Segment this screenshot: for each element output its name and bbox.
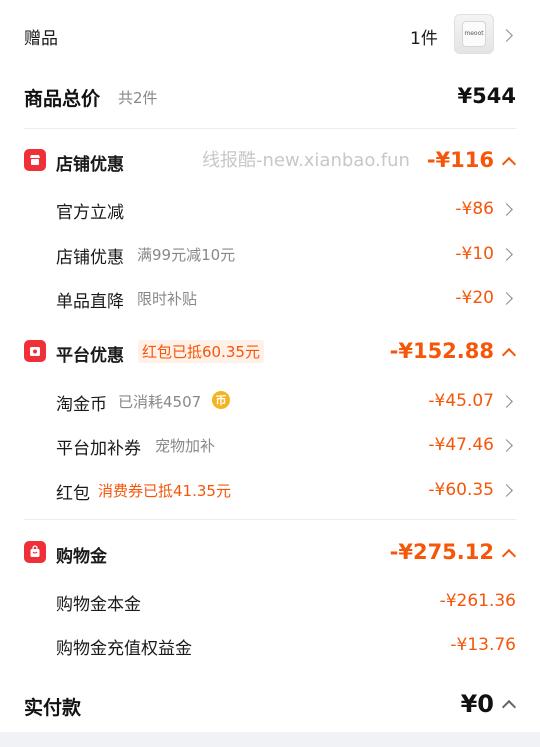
divider xyxy=(24,128,516,129)
shop-item-note: 限时补贴 xyxy=(137,290,198,308)
watermark-text: 线报酷-new.xianbao.fun xyxy=(202,150,410,171)
platform-item-chevron-right-icon[interactable] xyxy=(500,395,513,408)
platform-discount-label: 平台优惠 xyxy=(56,346,124,366)
shop-item-label: 单品直降 xyxy=(56,292,124,312)
platform-item-label: 红包 xyxy=(56,484,90,504)
gold-item-label: 购物金充值权益金 xyxy=(56,639,192,659)
shop-item-chevron-right-icon[interactable] xyxy=(500,248,513,261)
platform-discount-collapse-icon[interactable] xyxy=(501,347,517,363)
shop-discount-label: 店铺优惠 xyxy=(56,155,124,175)
total-amount: ¥544 xyxy=(457,84,516,108)
platform-item-label: 平台加补券 xyxy=(56,439,141,459)
shop-icon xyxy=(24,149,46,171)
shopping-gold-amount: -¥275.12 xyxy=(389,540,494,564)
shopping-gold-label: 购物金 xyxy=(56,547,107,567)
shop-item-chevron-right-icon[interactable] xyxy=(500,292,513,305)
divider xyxy=(24,519,516,520)
shop-item-amount: -¥20 xyxy=(455,288,494,308)
shop-item-amount: -¥86 xyxy=(455,199,494,219)
shopping-gold-collapse-icon[interactable] xyxy=(501,548,517,564)
bottom-strip xyxy=(0,732,540,747)
platform-item-chevron-right-icon[interactable] xyxy=(500,439,513,452)
platform-item-amount: -¥47.46 xyxy=(428,435,494,455)
platform-item-amount: -¥60.35 xyxy=(428,480,494,500)
platform-item-note: 已消耗4507 xyxy=(118,393,202,411)
gold-item-label: 购物金本金 xyxy=(56,595,141,615)
taojinbi-coin-icon: 币 xyxy=(212,391,230,409)
shop-discount-collapse-icon[interactable] xyxy=(501,156,517,172)
platform-item-note: 消费券已抵41.35元 xyxy=(98,482,231,500)
coupon-icon xyxy=(24,340,46,362)
hongbao-tag: 红包已抵60.35元 xyxy=(138,340,264,363)
gift-thumbnail-text: meoot xyxy=(462,21,486,47)
shop-item-chevron-right-icon[interactable] xyxy=(500,203,513,216)
shop-item-label: 官方立减 xyxy=(56,203,124,223)
platform-item-note: 宠物加补 xyxy=(155,437,216,455)
gift-chevron-right-icon[interactable] xyxy=(500,29,513,42)
total-label: 商品总价 xyxy=(24,88,101,110)
platform-discount-amount: -¥152.88 xyxy=(389,339,494,363)
actual-pay-expand-icon[interactable] xyxy=(501,699,517,715)
actual-pay-amount: ¥0 xyxy=(460,690,494,718)
shop-item-note: 满99元减10元 xyxy=(137,246,236,264)
actual-pay-label: 实付款 xyxy=(24,697,82,719)
bag-icon xyxy=(24,541,46,563)
platform-item-chevron-right-icon[interactable] xyxy=(500,484,513,497)
shop-item-label: 店铺优惠 xyxy=(56,248,124,268)
platform-item-label: 淘金币 xyxy=(56,395,107,415)
gold-item-amount: -¥261.36 xyxy=(439,591,516,611)
shop-discount-amount: -¥116 xyxy=(426,148,494,172)
shop-item-amount: -¥10 xyxy=(455,244,494,264)
gold-item-amount: -¥13.76 xyxy=(450,635,516,655)
gift-count: 1件 xyxy=(410,29,438,49)
platform-item-amount: -¥45.07 xyxy=(428,391,494,411)
gift-thumbnail[interactable]: meoot xyxy=(454,14,494,54)
total-count: 共2件 xyxy=(118,89,158,107)
gift-label: 赠品 xyxy=(24,29,58,49)
